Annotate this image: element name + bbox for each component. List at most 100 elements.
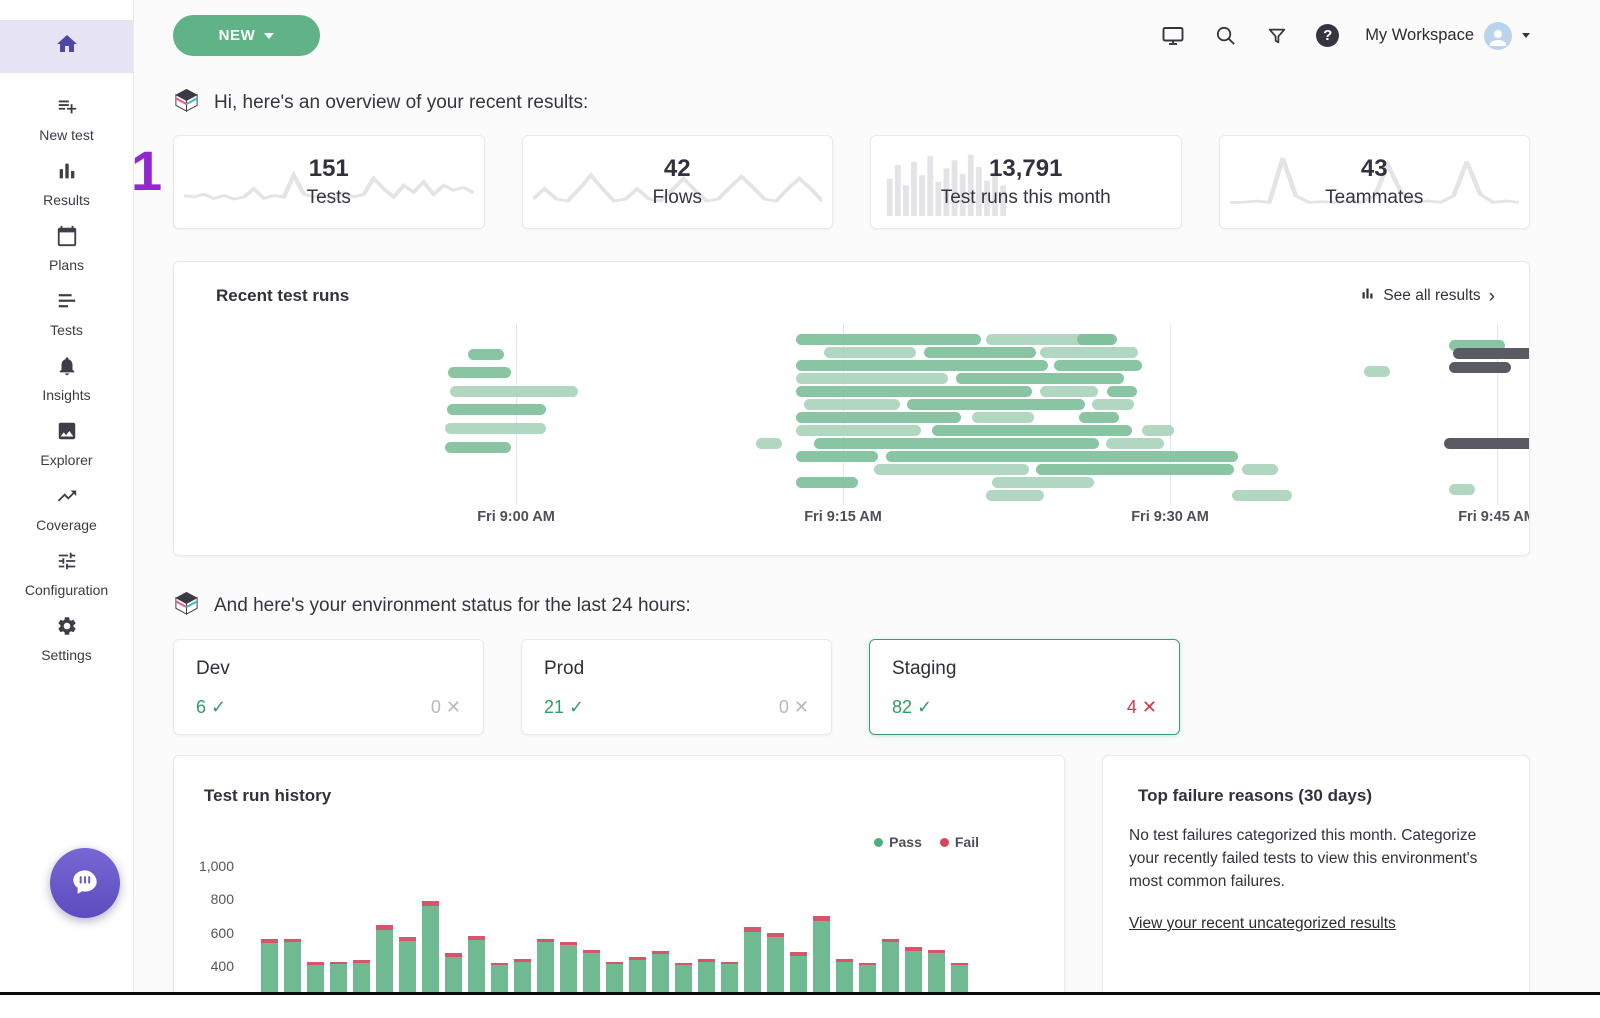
main-area: NEW ? My Workspace [135,0,1600,992]
stat-card-test-runs[interactable]: 13,791 Test runs this month [870,135,1182,229]
gantt-bar[interactable] [468,349,504,360]
sliders-icon [56,550,78,577]
gantt-bar[interactable] [907,399,1085,410]
history-bar [905,947,922,995]
gantt-bar[interactable] [932,425,1132,436]
gantt-bar[interactable] [1054,360,1142,371]
gantt-bar[interactable] [756,438,782,449]
sidebar-item-plans[interactable]: Plans [0,225,133,269]
env-card-dev[interactable]: Dev 6 ✓ 0 ✕ [173,639,484,735]
sidebar-item-settings[interactable]: Settings [0,615,133,659]
gantt-bar[interactable] [1079,412,1119,423]
stat-value: 42 [664,155,691,183]
stat-card-tests[interactable]: 151 Tests [173,135,485,229]
environment-row: Dev 6 ✓ 0 ✕ Prod 21 ✓ 0 ✕ Staging [173,639,1530,735]
gantt-bar[interactable] [796,373,948,384]
gantt-bar[interactable] [886,451,1238,462]
list-icon [56,290,78,317]
gantt-bar[interactable] [1364,366,1390,377]
gantt-bar[interactable] [824,347,916,358]
gantt-bar[interactable] [1106,438,1164,449]
sidebar-item-tests[interactable]: Tests [0,290,133,334]
gantt-bar[interactable] [992,477,1094,488]
filter-icon[interactable] [1264,23,1290,49]
caret-down-icon [1522,33,1530,38]
environment-greeting-text: And here's your environment status for t… [214,595,691,617]
gantt-bar[interactable] [796,360,1048,371]
uncategorized-results-link[interactable]: View your recent uncategorized results [1129,915,1396,933]
recent-test-runs-card: Recent test runs See all results › Fri 9… [173,261,1530,556]
gear-icon [56,615,78,642]
sidebar-item-results[interactable]: Results [0,160,133,204]
workspace-name: My Workspace [1365,26,1474,45]
gantt-bar[interactable] [1092,399,1134,410]
sidebar-item-explorer[interactable]: Explorer [0,420,133,464]
gantt-bar[interactable] [1232,490,1292,501]
workspace-menu[interactable]: My Workspace [1365,22,1530,50]
gantt-bar[interactable] [1040,386,1098,397]
gantt-bar[interactable] [1107,386,1137,397]
gantt-bar[interactable] [450,386,578,397]
gantt-bar[interactable] [814,438,1099,449]
x-icon: ✕ [446,697,461,717]
gantt-bar[interactable] [796,451,878,462]
gantt-bar[interactable] [804,399,900,410]
gantt-bar[interactable] [972,412,1034,423]
history-bar [537,939,554,995]
gantt-bar[interactable] [796,386,1032,397]
overview-greeting-text: Hi, here's an overview of your recent re… [214,92,588,114]
sidebar: New test Results Plans Tests [0,0,134,992]
gantt-bar[interactable] [796,477,858,488]
gantt-bar[interactable] [445,442,511,453]
top-failure-reasons-card: Top failure reasons (30 days) No test fa… [1102,755,1530,995]
sidebar-item-insights[interactable]: Insights [0,355,133,399]
sidebar-item-home[interactable] [0,20,133,73]
sidebar-item-new-test[interactable]: New test [0,95,133,139]
new-button[interactable]: NEW [173,15,320,56]
caret-down-icon [264,33,274,39]
gantt-bar[interactable] [1444,438,1530,449]
gantt-bar[interactable] [986,490,1044,501]
gantt-bar[interactable] [1242,464,1278,475]
stat-card-flows[interactable]: 42 Flows [522,135,834,229]
stat-card-teammates[interactable]: 43 Teammates [1219,135,1531,229]
env-card-prod[interactable]: Prod 21 ✓ 0 ✕ [521,639,832,735]
monitor-icon[interactable] [1160,23,1186,49]
x-tick-label: Fri 9:45 AM [1432,509,1530,525]
sidebar-item-coverage[interactable]: Coverage [0,485,133,529]
history-bar [744,927,761,995]
gantt-bar[interactable] [445,423,546,434]
gantt-bar[interactable] [1449,484,1475,495]
gantt-bar[interactable] [796,412,961,423]
gantt-bar[interactable] [796,425,921,436]
gantt-bar[interactable] [1077,334,1117,345]
history-bar [606,962,623,995]
sidebar-nav: New test Results Plans Tests [0,95,133,680]
gantt-bar[interactable] [1453,348,1530,359]
env-card-staging[interactable]: Staging 82 ✓ 4 ✕ [869,639,1180,735]
sidebar-item-label: Results [43,192,90,208]
gantt-bar[interactable] [1040,347,1138,358]
gantt-bar[interactable] [448,367,511,378]
gantt-bar[interactable] [874,464,1029,475]
history-bar [813,916,830,995]
search-icon[interactable] [1212,23,1238,49]
gantt-bar[interactable] [924,347,1036,358]
see-all-results-link[interactable]: See all results › [1360,286,1495,306]
chat-button[interactable] [50,848,120,918]
history-bar [836,959,853,995]
gantt-bar[interactable] [1449,362,1511,373]
stat-value: 151 [309,155,349,183]
gantt-bar[interactable] [447,404,546,415]
sidebar-item-configuration[interactable]: Configuration [0,550,133,594]
history-bar [928,950,945,995]
gantt-bar[interactable] [956,373,1124,384]
topbar-actions: ? My Workspace [1160,22,1530,50]
gantt-bar[interactable] [796,334,981,345]
gantt-bar[interactable] [1142,425,1174,436]
gantt-bar[interactable] [1036,464,1234,475]
history-bar [307,962,324,995]
x-tick-label: Fri 9:15 AM [778,509,908,525]
help-icon[interactable]: ? [1316,24,1339,47]
history-bar [353,960,370,996]
